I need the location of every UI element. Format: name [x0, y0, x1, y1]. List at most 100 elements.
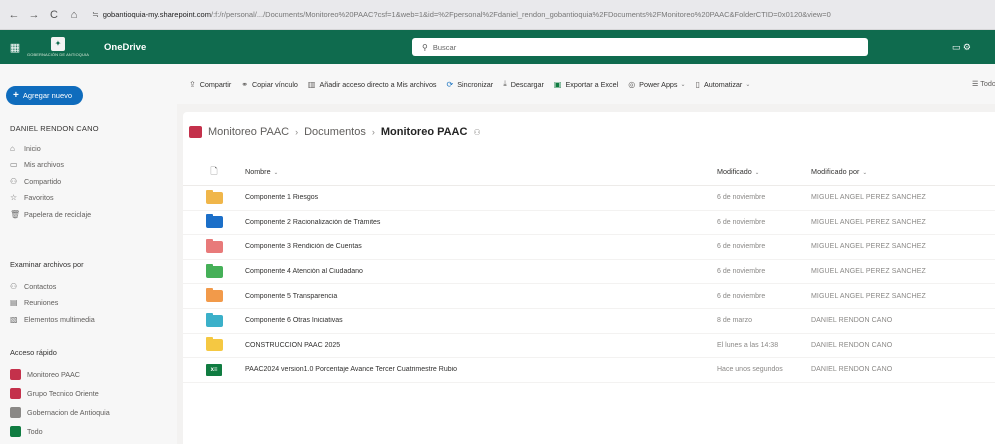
power-apps-label: Power Apps: [639, 79, 678, 89]
image-icon: ▧: [10, 314, 18, 324]
file-type-icon[interactable]: 🗋: [210, 164, 217, 180]
nav-item-shared[interactable]: ⚇ Compartido: [10, 173, 91, 190]
app-name[interactable]: OneDrive: [104, 42, 146, 53]
file-name[interactable]: Componente 3 Rendición de Cuentas: [245, 243, 717, 250]
modified-date: El lunes a las 14:38: [717, 341, 779, 349]
nav-item-my-files[interactable]: ▭ Mis archivos: [10, 157, 91, 174]
reload-icon[interactable]: C: [44, 9, 64, 21]
site-icon: [10, 407, 21, 418]
nav-label: Compartido: [24, 176, 62, 186]
forward-icon[interactable]: →: [24, 9, 44, 21]
add-new-label: Agregar nuevo: [22, 91, 73, 100]
folder-icon: [205, 312, 223, 327]
chevron-down-icon: ⌄: [745, 81, 751, 88]
nav-label: Mis archivos: [24, 160, 64, 170]
organization-logo[interactable]: ✦ GOBERNACIÓN DE ANTIOQUIA: [27, 34, 89, 60]
chevron-down-icon: ⌄: [754, 170, 760, 176]
add-shortcut-label: Añadir acceso directo a Mis archivos: [319, 79, 437, 89]
chevron-right-icon: ›: [295, 127, 299, 137]
power-apps-button[interactable]: ◎ Power Apps ⌄: [628, 80, 685, 89]
add-new-button[interactable]: + Agregar nuevo: [6, 86, 83, 105]
shared-people-icon[interactable]: ⚇: [473, 128, 480, 137]
quick-item-grupo-tecnico[interactable]: Grupo Tecnico Oriente: [10, 384, 110, 403]
nav-item-contacts[interactable]: ⚇ Contactos: [10, 278, 95, 295]
modified-by: MIGUEL ANGEL PEREZ SANCHEZ: [811, 292, 926, 300]
column-header-modified-by[interactable]: Modificado por ⌄: [811, 167, 981, 176]
folder-icon: [205, 238, 223, 253]
quick-access-list: Monitoreo PAAC Grupo Tecnico Oriente Gob…: [10, 365, 110, 441]
chevron-down-icon: ⌄: [862, 170, 868, 176]
home-icon[interactable]: ⌂: [64, 9, 84, 21]
file-name[interactable]: Componente 5 Transparencia: [245, 293, 717, 300]
column-header-name[interactable]: Nombre ⌄: [245, 167, 717, 176]
quick-item-todo[interactable]: Todo: [10, 422, 110, 441]
site-info-icon[interactable]: ≒: [92, 10, 99, 19]
copy-link-label: Copiar vínculo: [251, 79, 298, 89]
add-shortcut-button[interactable]: ▥ Añadir acceso directo a Mis archivos: [308, 80, 437, 89]
table-row[interactable]: Componente 5 Transparencia 6 de noviembr…: [183, 284, 995, 309]
download-button[interactable]: ⤓ Descargar: [503, 79, 544, 89]
nav-item-meetings[interactable]: ▤ Reuniones: [10, 295, 95, 312]
share-button[interactable]: ⇪ Compartir: [189, 80, 231, 89]
copy-link-button[interactable]: ⚭ Copiar vínculo: [241, 80, 298, 89]
nav-item-recycle-bin[interactable]: 🗑 Papelera de reciclaje: [10, 206, 91, 223]
suite-header: ▦ ✦ GOBERNACIÓN DE ANTIOQUIA OneDrive ⚲ …: [0, 30, 995, 64]
automate-button[interactable]: ▯ Automatizar ⌄: [696, 80, 751, 89]
coat-of-arms-icon: ✦: [51, 37, 65, 51]
table-row[interactable]: Componente 1 Riesgos 6 de noviembre MIGU…: [183, 186, 995, 211]
nav-label: Inicio: [24, 143, 41, 153]
export-excel-button[interactable]: ▣ Exportar a Excel: [554, 80, 618, 89]
modified-date: 6 de noviembre: [717, 268, 766, 276]
file-name[interactable]: CONSTRUCCIÓN PAAC 2025: [245, 342, 717, 349]
user-name: DANIEL RENDON CANO: [10, 124, 99, 133]
view-options-button[interactable]: ☰ Todo: [972, 79, 995, 88]
nav-item-home[interactable]: ⌂ Inicio: [10, 140, 91, 157]
modified-by: DANIEL RENDON CANO: [811, 366, 893, 374]
home-icon: ⌂: [10, 143, 15, 153]
modified-by: MIGUEL ANGEL PEREZ SANCHEZ: [811, 268, 926, 276]
modified-date: 6 de noviembre: [717, 243, 766, 251]
table-row[interactable]: Componente 3 Rendición de Cuentas 6 de n…: [183, 235, 995, 260]
quick-item-label: Todo: [27, 427, 43, 436]
table-row[interactable]: CONSTRUCCIÓN PAAC 2025 El lunes a las 14…: [183, 334, 995, 359]
table-row[interactable]: Componente 4 Atención al Ciudadano 6 de …: [183, 260, 995, 285]
modified-date: 6 de noviembre: [717, 292, 766, 300]
file-name[interactable]: Componente 1 Riesgos: [245, 194, 717, 201]
column-header-label: Modificado: [717, 167, 752, 176]
site-icon: [189, 126, 202, 138]
automate-label: Automatizar: [703, 79, 743, 89]
back-icon[interactable]: ←: [4, 9, 24, 21]
breadcrumb-item[interactable]: Documentos: [304, 126, 366, 138]
chevron-right-icon: ›: [371, 127, 375, 137]
calendar-icon: ▤: [10, 298, 18, 308]
column-header-modified[interactable]: Modificado ⌄: [717, 167, 811, 176]
table-row[interactable]: Componente 6 Otras Iniciativas 8 de marz…: [183, 309, 995, 334]
header-actions-icon[interactable]: ▭ ⚙: [952, 42, 971, 53]
folder-icon: [205, 337, 223, 352]
file-name[interactable]: Componente 6 Otras Iniciativas: [245, 317, 717, 324]
excel-icon: ▣: [553, 79, 562, 89]
table-header: 🗋 Nombre ⌄ Modificado ⌄ Modificado por ⌄: [183, 158, 995, 186]
modified-date: 8 de marzo: [717, 317, 753, 325]
file-name[interactable]: Componente 2 Racionalización de Trámites: [245, 219, 717, 226]
nav-item-media[interactable]: ▧ Elementos multimedia: [10, 311, 95, 328]
search-box[interactable]: ⚲ Buscar: [412, 38, 868, 56]
breadcrumb-current: Monitoreo PAAC: [380, 126, 468, 138]
chevron-down-icon: ⌄: [680, 81, 686, 88]
sync-button[interactable]: ⟳ Sincronizar: [447, 80, 494, 89]
app-launcher-icon[interactable]: ▦: [4, 41, 26, 54]
quick-item-monitoreo-paac[interactable]: Monitoreo PAAC: [10, 365, 110, 384]
export-excel-label: Exportar a Excel: [565, 79, 619, 89]
column-header-label: Nombre: [245, 167, 271, 176]
table-row[interactable]: x≡ PAAC2024 version1.0 Porcentaje Avance…: [183, 358, 995, 383]
file-name[interactable]: PAAC2024 version1.0 Porcentaje Avance Te…: [245, 366, 717, 373]
quick-item-gobernacion[interactable]: Gobernacion de Antioquia: [10, 403, 110, 422]
breadcrumb-item[interactable]: Monitoreo PAAC: [208, 126, 289, 138]
modified-date: 6 de noviembre: [717, 218, 766, 226]
organization-logo-text: GOBERNACIÓN DE ANTIOQUIA: [27, 52, 89, 57]
nav-item-favorites[interactable]: ☆ Favoritos: [10, 190, 91, 207]
file-name[interactable]: Componente 4 Atención al Ciudadano: [245, 268, 717, 275]
address-bar[interactable]: ≒ gobantioquia-my.sharepoint.com /:f:/r/…: [92, 10, 995, 19]
table-row[interactable]: Componente 2 Racionalización de Trámites…: [183, 211, 995, 236]
explore-section-header: Examinar archivos por: [10, 260, 84, 269]
